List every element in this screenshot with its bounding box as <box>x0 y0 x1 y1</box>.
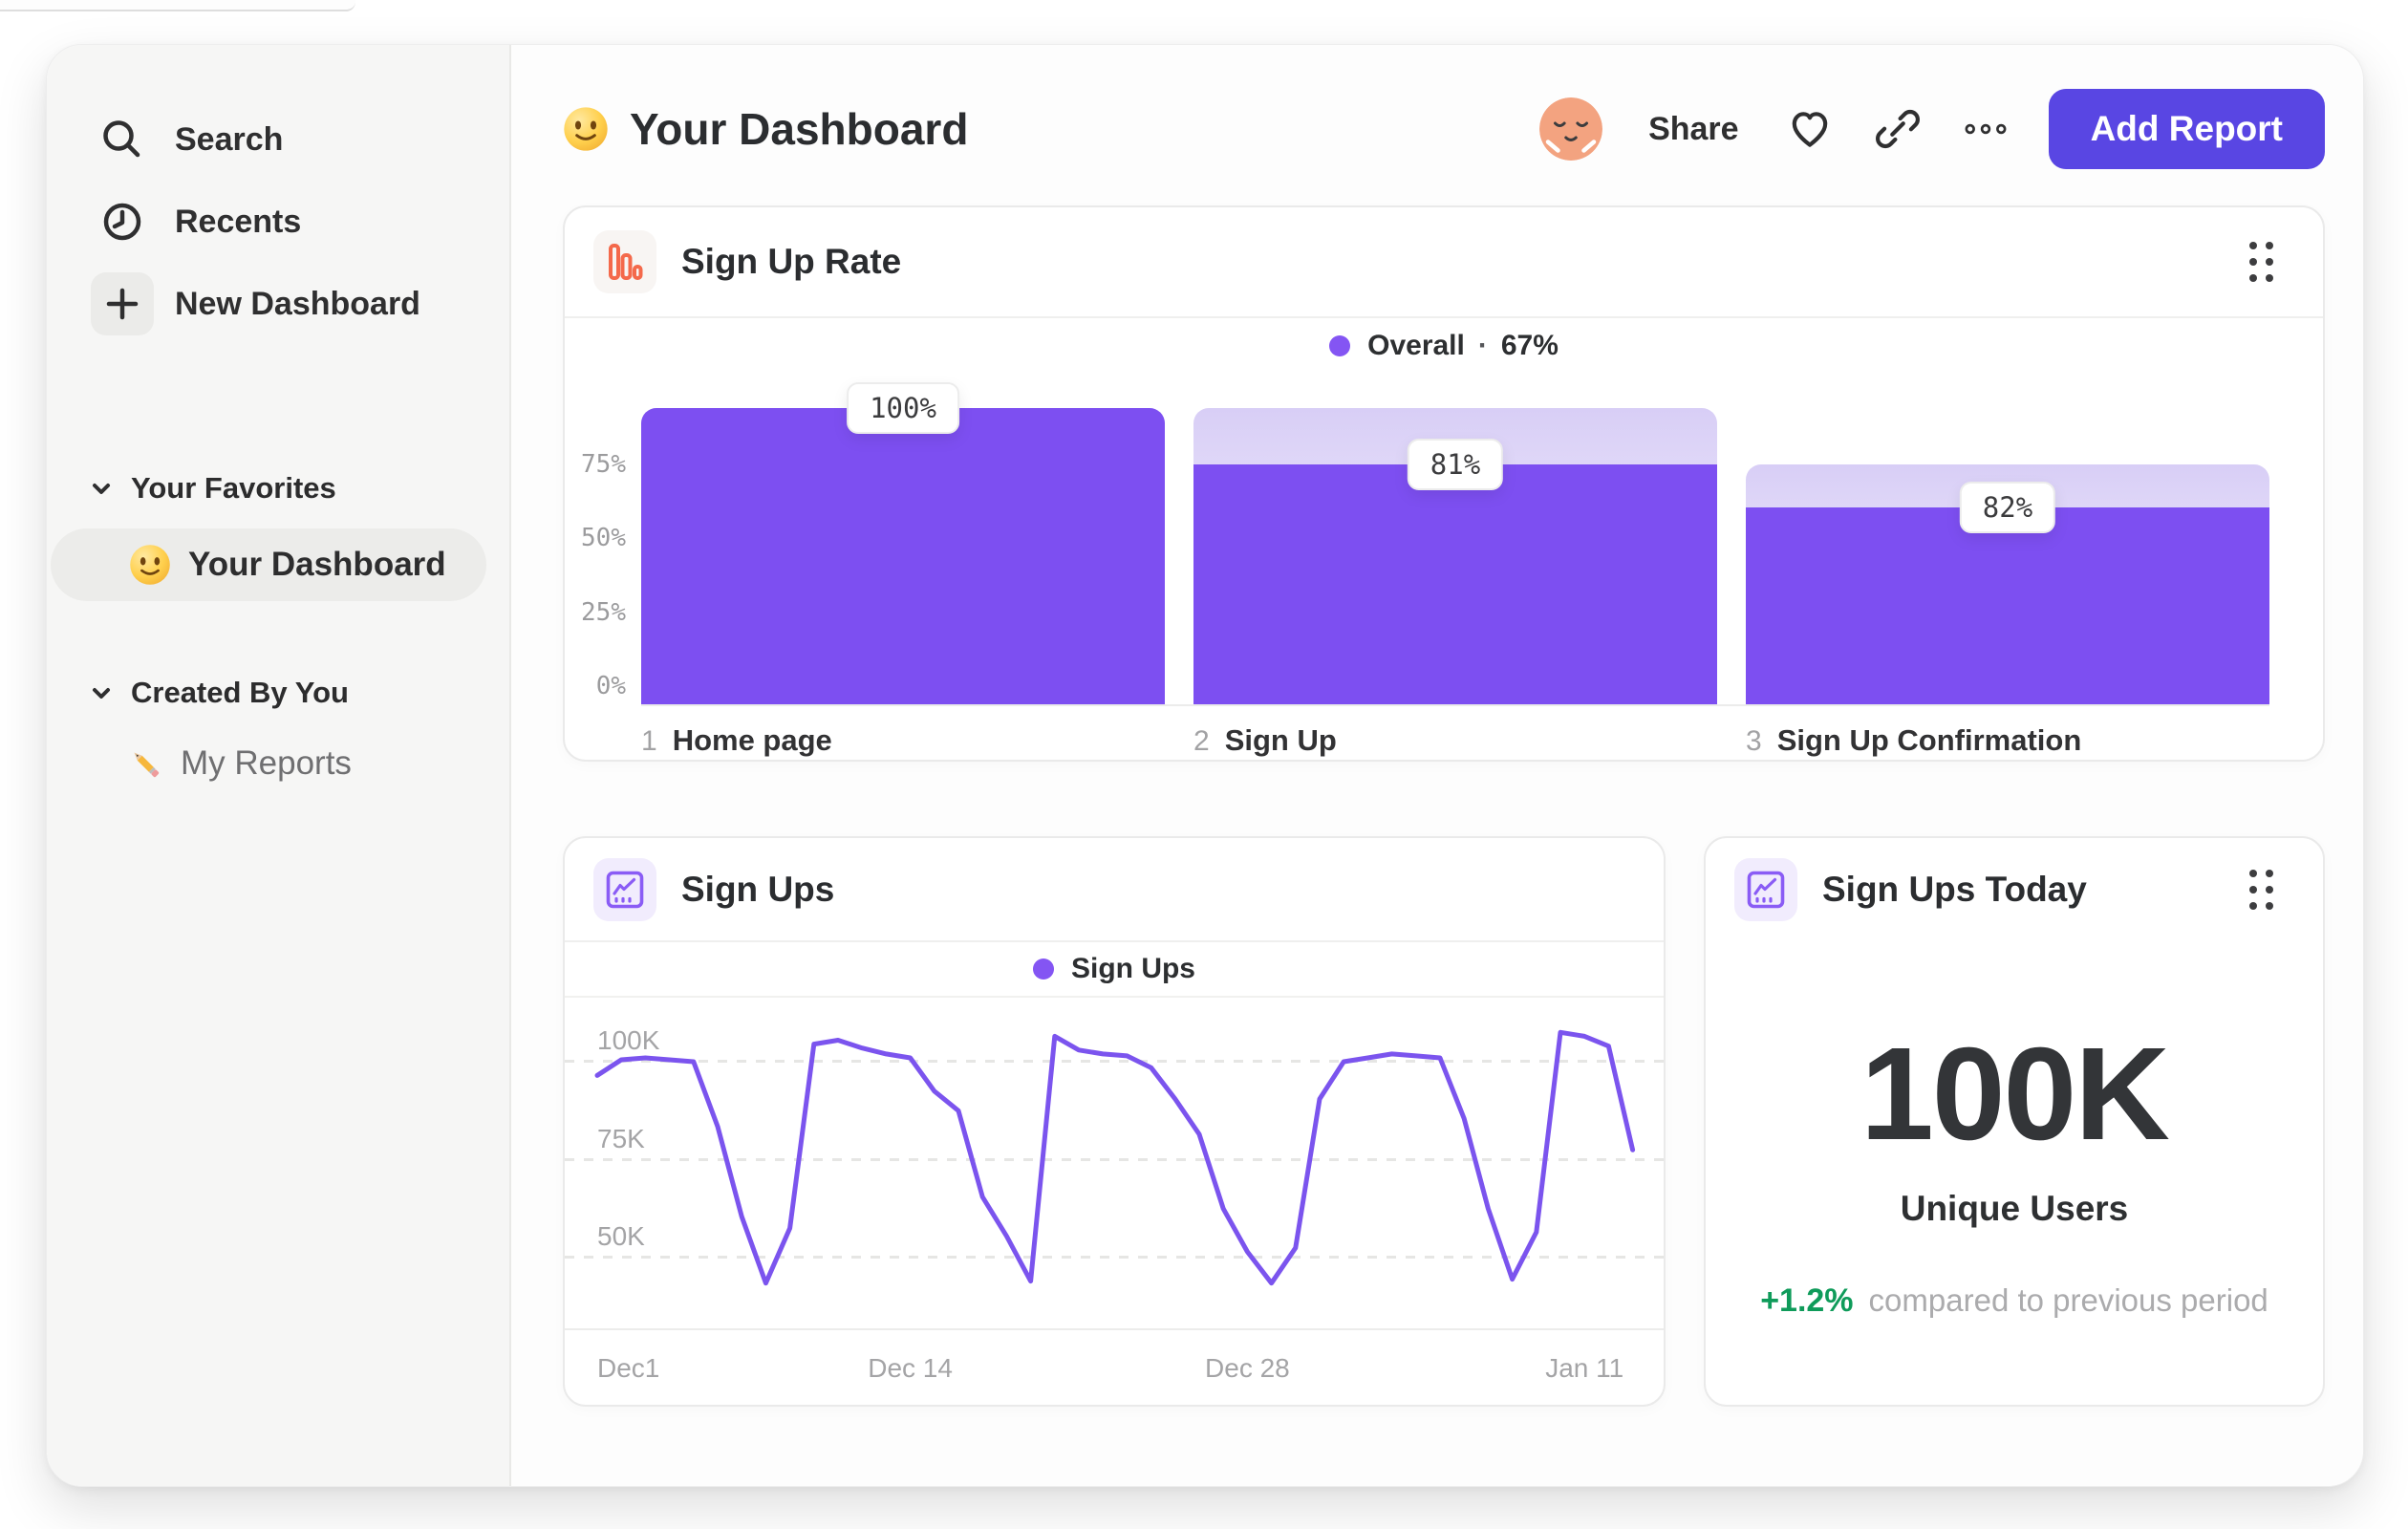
funnel-step-label: Sign Up <box>1224 723 1337 757</box>
sidebar-item-your-dashboard[interactable]: Your Dashboard <box>51 528 486 601</box>
search-icon <box>91 108 154 171</box>
line-chart-plot[interactable]: 100K 75K 50K <box>565 998 1664 1330</box>
line-x-tick: Dec 14 <box>868 1353 953 1383</box>
line-x-tick: Dec1 <box>597 1353 660 1383</box>
delta-badge: +1.2% <box>1760 1282 1854 1319</box>
smiley-emoji-icon <box>129 544 171 586</box>
line-x-tick: Dec 28 <box>1205 1353 1290 1383</box>
card-title: Sign Up Rate <box>681 242 902 281</box>
chevron-down-icon <box>87 678 116 707</box>
sidebar-item-label: My Reports <box>181 744 352 782</box>
share-button[interactable]: Share <box>1643 110 1745 149</box>
sidebar-item-label: New Dashboard <box>175 285 420 322</box>
funnel-y-tick: 75% <box>581 449 626 479</box>
metric-value: 100K <box>1860 1021 2170 1168</box>
funnel-column: 100% 1 Home page <box>641 382 1165 758</box>
drag-handle-icon[interactable] <box>2249 242 2273 282</box>
main-content: Your Dashboard Share Add Report Sign Up … <box>511 45 2363 1486</box>
line-chart-icon <box>1734 857 1797 921</box>
legend-label: Overall <box>1367 330 1465 361</box>
line-chart-x-axis: Dec1 Dec 14 Dec 28 Jan 11 <box>565 1330 1664 1409</box>
funnel-value-tooltip: 82% <box>1959 482 2056 534</box>
chevron-down-icon <box>87 474 116 503</box>
line-chart-icon <box>593 857 656 921</box>
funnel-value-tooltip: 81% <box>1407 438 1504 490</box>
funnel-chart: 75% 50% 25% 0% 100% 1 Home page 81% 2 Sign Up 82%… <box>565 374 2323 758</box>
legend-dot <box>1032 958 1054 980</box>
funnel-bar[interactable] <box>1746 507 2269 704</box>
legend-label: Sign Ups <box>1070 953 1195 984</box>
sidebar-item-search[interactable]: Search <box>47 98 509 181</box>
signups-line-series <box>594 1029 1636 1286</box>
chart-legend: Overall · 67% <box>565 318 2323 374</box>
card-title: Sign Ups <box>681 869 835 909</box>
metric-label: Unique Users <box>1900 1189 2129 1228</box>
funnel-step-label: Home page <box>672 723 832 757</box>
add-report-button[interactable]: Add Report <box>2048 89 2325 169</box>
funnel-value-tooltip: 100% <box>847 382 959 434</box>
metric-body: 100K Unique Users +1.2% compared to prev… <box>1706 940 2323 1320</box>
section-created-by-you[interactable]: Created By You <box>47 662 509 723</box>
funnel-step-number: 1 <box>641 725 657 757</box>
funnel-y-axis: 75% 50% 25% 0% <box>565 408 626 704</box>
card-header: Sign Ups Today <box>1706 838 2323 940</box>
sidebar-item-label: Search <box>175 120 284 158</box>
sidebar-item-new-dashboard[interactable]: New Dashboard <box>47 263 509 345</box>
legend-dot <box>1329 335 1351 356</box>
page-header: Your Dashboard Share Add Report <box>563 87 2325 171</box>
funnel-step-label: Sign Up Confirmation <box>1776 723 2082 757</box>
more-dots-icon[interactable] <box>1963 106 2009 152</box>
section-your-favorites[interactable]: Your Favorites <box>47 458 509 519</box>
chart-legend: Sign Ups <box>565 942 1664 998</box>
card-header: Sign Up Rate <box>565 207 2323 318</box>
section-title: Your Favorites <box>131 471 336 505</box>
signups-today-card: Sign Ups Today 100K Unique Users +1.2% c… <box>1704 836 2325 1407</box>
line-x-tick: Jan 11 <box>1545 1353 1624 1383</box>
sidebar-item-label: Your Dashboard <box>188 546 446 583</box>
smiley-emoji-icon <box>563 106 609 152</box>
legend-separator: · <box>1477 330 1488 361</box>
funnel-column: 81% 2 Sign Up <box>1193 408 1717 758</box>
link-icon[interactable] <box>1875 106 1921 152</box>
funnel-y-tick: 50% <box>581 524 626 552</box>
signups-card: Sign Ups Sign Ups 100K 75K 50K Dec1 Dec 14 D… <box>563 836 1666 1407</box>
heart-icon[interactable] <box>1787 106 1833 152</box>
card-title: Sign Ups Today <box>1822 869 2087 909</box>
funnel-column: 82% 3 Sign Up Confirmation <box>1746 408 2269 758</box>
legend-value: 67% <box>1500 330 1559 361</box>
drag-handle-icon[interactable] <box>2249 869 2273 910</box>
funnel-y-tick: 25% <box>581 597 626 627</box>
funnel-step-number: 3 <box>1746 725 1762 757</box>
pencil-emoji-icon <box>125 743 165 784</box>
funnel-columns: 100% 1 Home page 81% 2 Sign Up 82% 3 Sign Up Con… <box>641 382 2269 758</box>
app-window: Search Recents New Dashboard Your Favori… <box>46 44 2364 1487</box>
sidebar-item-my-reports[interactable]: My Reports <box>47 729 509 798</box>
section-title: Created By You <box>131 676 349 709</box>
funnel-chart-icon <box>593 230 656 293</box>
page-title: Your Dashboard <box>630 104 969 154</box>
funnel-bar[interactable] <box>641 408 1165 704</box>
sidebar-item-recents[interactable]: Recents <box>47 181 509 263</box>
funnel-bar[interactable] <box>1193 463 1717 704</box>
avatar[interactable] <box>1539 97 1603 161</box>
card-header: Sign Ups <box>565 838 1664 942</box>
delta-note: compared to previous period <box>1868 1282 2268 1318</box>
funnel-step-number: 2 <box>1193 725 1210 757</box>
clock-icon <box>91 190 154 253</box>
background-window-fragment <box>0 0 355 11</box>
funnel-y-tick: 0% <box>595 672 626 700</box>
sidebar-item-label: Recents <box>175 203 302 240</box>
sidebar: Search Recents New Dashboard Your Favori… <box>47 45 511 1486</box>
plus-icon <box>91 272 154 335</box>
signup-rate-card: Sign Up Rate Overall · 67% 75% 50% 25% 0% 1… <box>563 205 2325 762</box>
